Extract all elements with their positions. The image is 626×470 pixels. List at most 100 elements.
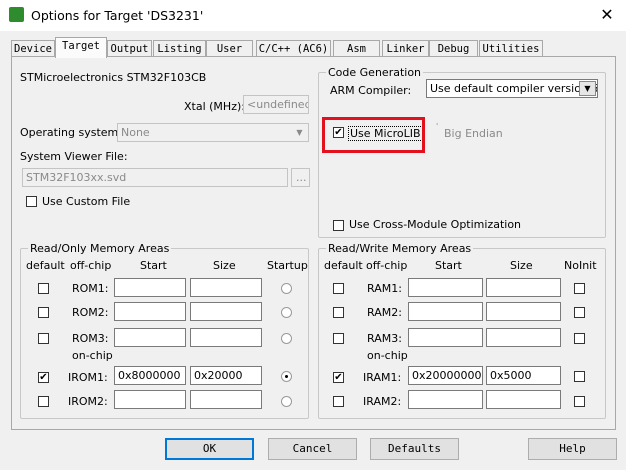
ro-header-offchip: off-chip bbox=[70, 259, 112, 272]
iram1-default-checkbox[interactable]: ✔ bbox=[333, 372, 344, 383]
iram2-size-input[interactable] bbox=[486, 390, 561, 409]
svd-label: System Viewer File: bbox=[20, 150, 128, 163]
tab-target[interactable]: Target bbox=[55, 37, 107, 58]
irom1-startup-radio[interactable] bbox=[281, 371, 292, 382]
ro-header-size: Size bbox=[213, 259, 236, 272]
ram1-noinit-checkbox[interactable] bbox=[574, 283, 585, 294]
rom2-size-input[interactable] bbox=[190, 302, 262, 321]
os-value: None bbox=[121, 126, 150, 139]
rom1-start-input[interactable] bbox=[114, 278, 186, 297]
iram2-label: IRAM2: bbox=[363, 395, 402, 408]
ok-button[interactable]: OK bbox=[165, 438, 254, 460]
irom2-start-input[interactable] bbox=[114, 390, 186, 409]
rom1-label: ROM1: bbox=[72, 282, 109, 295]
tab-user[interactable]: User bbox=[206, 40, 253, 57]
ram1-label: RAM1: bbox=[367, 282, 402, 295]
app-icon bbox=[9, 7, 24, 22]
rw-header-size: Size bbox=[510, 259, 533, 272]
rw-header-start: Start bbox=[435, 259, 462, 272]
cross-module-checkbox[interactable] bbox=[333, 220, 344, 231]
rw-header-default: default bbox=[324, 259, 363, 272]
rom3-startup-radio[interactable] bbox=[281, 333, 292, 344]
tab-listing[interactable]: Listing bbox=[153, 40, 206, 57]
ram3-noinit-checkbox[interactable] bbox=[574, 333, 585, 344]
iram2-default-checkbox[interactable] bbox=[333, 396, 344, 407]
arm-compiler-label: ARM Compiler: bbox=[330, 84, 412, 97]
irom2-size-input[interactable] bbox=[190, 390, 262, 409]
ram3-size-input[interactable] bbox=[486, 328, 561, 347]
ram2-noinit-checkbox[interactable] bbox=[574, 307, 585, 318]
ro-header-startup: Startup bbox=[267, 259, 308, 272]
arm-compiler-select[interactable]: Use default compiler version 6 ▼ bbox=[426, 79, 598, 98]
irom1-size-input[interactable]: 0x20000 bbox=[190, 366, 262, 385]
os-label: Operating system: bbox=[20, 126, 122, 139]
rw-memory-title: Read/Write Memory Areas bbox=[326, 242, 474, 255]
tab-device[interactable]: Device bbox=[11, 40, 55, 57]
defaults-button[interactable]: Defaults bbox=[370, 438, 459, 460]
ram1-default-checkbox[interactable] bbox=[333, 283, 344, 294]
chevron-down-icon: ▼ bbox=[579, 81, 596, 96]
ro-header-default: default bbox=[26, 259, 65, 272]
irom1-start-input[interactable]: 0x8000000 bbox=[114, 366, 186, 385]
rom2-label: ROM2: bbox=[72, 306, 109, 319]
os-select[interactable]: None ▼ bbox=[117, 123, 309, 142]
chevron-down-icon: ▼ bbox=[296, 128, 303, 137]
code-generation-title: Code Generation bbox=[326, 66, 424, 79]
rom2-default-checkbox[interactable] bbox=[38, 307, 49, 318]
rw-onchip-label: on-chip bbox=[367, 349, 408, 362]
iram1-noinit-checkbox[interactable] bbox=[574, 371, 585, 382]
cancel-button[interactable]: Cancel bbox=[268, 438, 357, 460]
window-title: Options for Target 'DS3231' bbox=[31, 8, 204, 23]
irom2-startup-radio[interactable] bbox=[281, 396, 292, 407]
help-button[interactable]: Help bbox=[528, 438, 617, 460]
irom1-default-checkbox[interactable]: ✔ bbox=[38, 372, 49, 383]
iram2-start-input[interactable] bbox=[408, 390, 483, 409]
rom3-default-checkbox[interactable] bbox=[38, 333, 49, 344]
ram2-start-input[interactable] bbox=[408, 302, 483, 321]
ro-memory-title: Read/Only Memory Areas bbox=[28, 242, 172, 255]
tab-utilities[interactable]: Utilities bbox=[479, 40, 543, 57]
iram1-size-input[interactable]: 0x5000 bbox=[486, 366, 561, 385]
irom1-label: IROM1: bbox=[68, 371, 108, 384]
iram1-start-input[interactable]: 0x20000000 bbox=[408, 366, 483, 385]
rom2-startup-radio[interactable] bbox=[281, 307, 292, 318]
rom2-start-input[interactable] bbox=[114, 302, 186, 321]
rw-header-offchip: off-chip bbox=[366, 259, 408, 272]
svd-browse-button[interactable]: ... bbox=[291, 168, 310, 187]
ram1-start-input[interactable] bbox=[408, 278, 483, 297]
rom3-size-input[interactable] bbox=[190, 328, 262, 347]
tab-debug[interactable]: Debug bbox=[429, 40, 478, 57]
close-button[interactable]: ✕ bbox=[596, 5, 618, 25]
ro-header-start: Start bbox=[140, 259, 167, 272]
tab-asm[interactable]: Asm bbox=[333, 40, 380, 57]
tab-cpp[interactable]: C/C++ (AC6) bbox=[256, 40, 331, 57]
iram1-label: IRAM1: bbox=[363, 371, 402, 384]
rom1-size-input[interactable] bbox=[190, 278, 262, 297]
rom1-startup-radio[interactable] bbox=[281, 283, 292, 294]
ram2-default-checkbox[interactable] bbox=[333, 307, 344, 318]
highlight-box bbox=[322, 117, 425, 153]
custom-file-label: Use Custom File bbox=[42, 195, 131, 208]
rom3-label: ROM3: bbox=[72, 332, 109, 345]
arm-compiler-value: Use default compiler version 6 bbox=[430, 82, 598, 95]
rom1-default-checkbox[interactable] bbox=[38, 283, 49, 294]
rw-header-noinit: NoInit bbox=[564, 259, 597, 272]
rom3-start-input[interactable] bbox=[114, 328, 186, 347]
iram2-noinit-checkbox[interactable] bbox=[574, 396, 585, 407]
custom-file-checkbox[interactable] bbox=[26, 196, 37, 207]
irom2-label: IROM2: bbox=[68, 395, 108, 408]
device-name: STMicroelectronics STM32F103CB bbox=[20, 71, 207, 84]
svd-input[interactable]: STM32F103xx.svd bbox=[22, 168, 288, 187]
ram3-start-input[interactable] bbox=[408, 328, 483, 347]
ram3-default-checkbox[interactable] bbox=[333, 333, 344, 344]
ram2-label: RAM2: bbox=[367, 306, 402, 319]
tab-linker[interactable]: Linker bbox=[382, 40, 429, 57]
irom2-default-checkbox[interactable] bbox=[38, 396, 49, 407]
ram2-size-input[interactable] bbox=[486, 302, 561, 321]
ro-onchip-label: on-chip bbox=[72, 349, 113, 362]
big-endian-label[interactable]: Big Endian bbox=[444, 127, 503, 140]
ram1-size-input[interactable] bbox=[486, 278, 561, 297]
tab-output[interactable]: Output bbox=[107, 40, 152, 57]
xtal-label: Xtal (MHz): bbox=[184, 100, 245, 113]
xtal-input[interactable]: <undefined> bbox=[243, 95, 309, 114]
